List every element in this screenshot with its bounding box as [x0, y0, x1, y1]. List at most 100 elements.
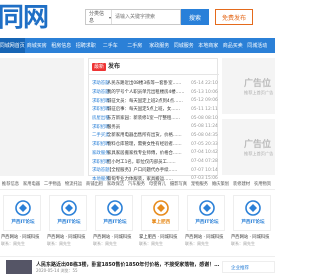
business-name[interactable]: 芦西网站 · 同城科技	[185, 234, 229, 240]
list-item-title[interactable]: 诚征文员：每天固定上班2点到4点……	[107, 98, 191, 104]
nav-item[interactable]: 商品买卖	[221, 38, 246, 53]
left-banner	[0, 58, 84, 176]
list-item-category[interactable]: 求职招聘	[89, 141, 110, 147]
nav-item[interactable]: 商城买房	[25, 38, 50, 53]
business-contact: 联系：周先生	[1, 241, 25, 246]
featured-post: 人民东路近出08栋3楼，卧室1850售价1850年付价格，不接受家落物，感谢！……	[0, 256, 275, 274]
list-item-category[interactable]: 求助答题	[89, 80, 110, 86]
nav-item[interactable]: 同城服务	[172, 38, 197, 53]
search-box: 分类信息 ▾	[85, 9, 181, 25]
nav-item[interactable]: 二手房	[123, 38, 148, 53]
nav-item[interactable]: 本地商家	[196, 38, 221, 53]
list-item-date: 07-07 10:14	[191, 167, 218, 173]
nav-item[interactable]: 同城网首页	[0, 38, 25, 53]
list-item[interactable]: 求助答题 【全程服务】户口问题代办手续…… 07-07 10:14	[89, 166, 219, 175]
business-tile[interactable]: 芦西IT论坛 芦西网站 · 同城科技 联系：周先生	[230, 192, 274, 250]
list-item-date: 07-05 20:33	[191, 141, 218, 147]
business-tile[interactable]: 芦西IT论坛 芦西网站 · 同城科技 联系：周先生	[184, 192, 228, 250]
ad-slot-2[interactable]: 广告位 推荐上首页广告	[222, 119, 275, 175]
list-item[interactable]: 求职招聘 招小时工1名，职位仅内部员工…… 07-04 07:28	[89, 157, 219, 166]
ad-slot-1[interactable]: 广告位 推荐上首页广告	[222, 58, 275, 114]
list-item[interactable]: 求助答题 我的学号个人职员单元出租楼房4楼…… 05-13 10:06	[89, 88, 219, 97]
category-link[interactable]: 推荐信息	[0, 181, 21, 187]
list-item[interactable]: 家政服务 家具家居搬家找专业师傅，价格合…… 07-04 10:42	[89, 149, 219, 158]
business-logo[interactable]: 芦西IT论坛	[187, 195, 225, 231]
business-tile[interactable]: 掌上肥西 掌上肥西 · 同城科技 联系：周先生	[138, 192, 182, 250]
category-link[interactable]: 物流托运	[63, 181, 84, 187]
list-item[interactable]: 求助答题 人民东路近出08楼3栋等一套卧室…… 05-14 22:10	[89, 79, 219, 88]
list-item-date: 05-13 10:06	[191, 89, 218, 95]
list-item[interactable]: 求职招聘 诚征文员：每天固定上班2点到4点…… 05-12 09:06	[89, 96, 219, 105]
business-logo-text: 芦西IT论坛	[11, 220, 35, 225]
category-link[interactable]: 宠物服务	[189, 181, 210, 187]
list-item-category[interactable]: 二手买卖	[89, 132, 110, 138]
latest-posts-list: 求助答题 人民东路近出08楼3栋等一套卧室…… 05-14 22:10 求助答题 我的学…	[89, 79, 219, 183]
business-name[interactable]: 芦西网站 · 同城科技	[1, 234, 45, 240]
list-item-title[interactable]: 【全程服务】户口问题代办手续……	[107, 167, 191, 173]
list-item[interactable]: 房屋出租 东方新家园：新装修1室一厅整租…… 05-08 08:10	[89, 114, 219, 123]
category-link[interactable]: 装修建材	[231, 181, 252, 187]
nav-item[interactable]: 二手车	[98, 38, 123, 53]
list-item-date: 05-14 22:10	[191, 80, 218, 86]
category-link[interactable]: 母婴育儿	[147, 181, 168, 187]
business-tile[interactable]: 芦西IT论坛 芦西网站 · 同城科技 联系：周先生	[92, 192, 136, 250]
list-item-category[interactable]: 家政服务	[89, 150, 110, 156]
business-name[interactable]: 芦西网站 · 同城科技	[231, 234, 275, 240]
list-item-category[interactable]: 求职招聘	[89, 124, 110, 130]
business-logo[interactable]: 芦西IT论坛	[95, 195, 133, 231]
list-item-title[interactable]: 物料仓库管理，需要女性有经验者……	[107, 141, 191, 147]
list-item-title[interactable]: 东方新家园：新装修1室一厅整租……	[107, 115, 191, 121]
list-item-title[interactable]: 我的学号个人职员单元出租楼房4楼……	[107, 89, 191, 95]
list-item[interactable]: 求职招聘 服务员 05-08 11:24	[89, 122, 219, 131]
list-item-category[interactable]: 求助答题	[89, 89, 110, 95]
category-link[interactable]: 农用物资	[252, 181, 273, 187]
nav-item[interactable]: 招聘求职	[74, 38, 99, 53]
business-logo[interactable]: 芦西IT论坛	[233, 195, 271, 231]
search-category-select[interactable]: 分类信息 ▾	[86, 10, 112, 24]
list-item[interactable]: 求职招聘 诚征启事：每天固定5点上班，女…… 05-11 12:11	[89, 105, 219, 114]
list-item-title[interactable]: 家具家居搬家找专业师傅，价格合……	[107, 150, 191, 156]
business-logo-text: 芦西IT论坛	[57, 220, 81, 225]
category-link[interactable]: 二手物品	[42, 181, 63, 187]
enterprise-recommend[interactable]: 企业推荐	[222, 261, 275, 273]
search-input[interactable]	[112, 10, 180, 24]
list-item-category[interactable]: 求职招聘	[89, 159, 110, 165]
nav-item[interactable]: 同城活动	[245, 38, 270, 53]
list-item-category[interactable]: 房屋出租	[89, 115, 110, 121]
search-button[interactable]: 搜索	[181, 9, 209, 25]
list-item-category[interactable]: 求职招聘	[89, 106, 110, 112]
business-logo[interactable]: 掌上肥西	[141, 195, 179, 231]
category-link[interactable]: 婚庆策划	[210, 181, 231, 187]
list-item[interactable]: 求职招聘 物料仓库管理，需要女性有经验者…… 07-05 20:33	[89, 140, 219, 149]
business-logo-text: 掌上肥西	[151, 220, 171, 225]
category-link[interactable]: 家政保洁	[105, 181, 126, 187]
list-item-title[interactable]: 诚征启事：每天固定5点上班，女……	[107, 106, 191, 112]
list-item-title[interactable]: 人民东路近出08楼3栋等一套卧室……	[107, 80, 191, 86]
featured-thumbnail[interactable]	[6, 260, 32, 274]
nav-item[interactable]: 家政服务	[147, 38, 172, 53]
list-item-title[interactable]: 服务员	[107, 124, 191, 130]
category-link[interactable]: 摄影写真	[168, 181, 189, 187]
post-button[interactable]: 免费发布	[215, 9, 253, 25]
list-item-category[interactable]: 求助答题	[89, 167, 110, 173]
category-link[interactable]: 家用电器	[21, 181, 42, 187]
category-link[interactable]: 汽车服务	[126, 181, 147, 187]
site-logo[interactable]: 同网	[0, 3, 49, 33]
list-item-title[interactable]: 招小时工1名，职位仅内部员工……	[107, 159, 191, 165]
business-name[interactable]: 芦西网站 · 同城科技	[47, 234, 91, 240]
business-tile[interactable]: 芦西IT论坛芦西网站 · 同城科技 联系：周先生	[0, 192, 44, 250]
business-tile[interactable]: 芦西IT论坛 芦西网站 · 同城科技 联系：周先生	[46, 192, 90, 250]
business-logo[interactable]: 芦西IT论坛	[3, 195, 41, 231]
list-item[interactable]: 二手买卖 全新家用电器出售所有出货，价格…… 05-08 04:35	[89, 131, 219, 140]
business-name[interactable]: 掌上肥西 · 同城科技	[139, 234, 183, 240]
nav-item[interactable]: 租房信息	[49, 38, 74, 53]
featured-title[interactable]: 人民东路近出08栋3楼，卧室1850售价1850年付价格，不接受家落物，感谢！…	[36, 261, 219, 268]
business-logo[interactable]: 芦西IT论坛	[49, 195, 87, 231]
business-tiles: 芦西IT论坛 芦西网站 · 同城科技 联系：周先生 芦西IT论坛 芦西网站 · 同城科技…	[0, 192, 275, 252]
list-item-category[interactable]: 求职招聘	[89, 98, 110, 104]
category-link[interactable]: 商铺出租	[84, 181, 105, 187]
list-item-date: 05-12 09:06	[191, 98, 218, 104]
list-item-title[interactable]: 全新家用电器出售所有出货，价格……	[107, 132, 191, 138]
business-name[interactable]: 芦西网站 · 同城科技	[93, 234, 137, 240]
business-logo-text: 芦西IT论坛	[241, 220, 265, 225]
